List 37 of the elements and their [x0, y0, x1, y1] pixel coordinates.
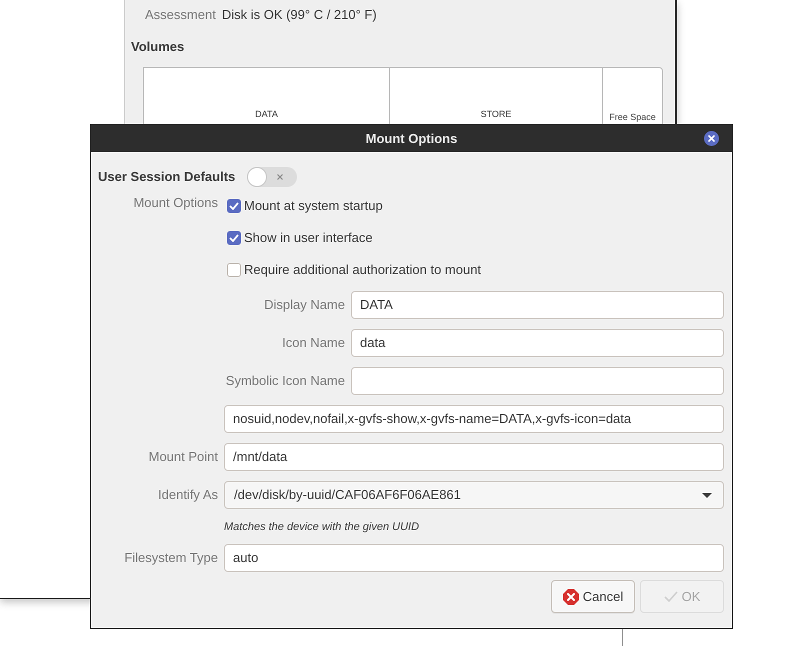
volume-segment[interactable]: DATA	[144, 68, 389, 128]
close-icon	[704, 131, 719, 146]
text-field[interactable]: nosuid,nodev,nofail,x-gvfs-show,x-gvfs-name=DATA,x-gvfs-icon=data	[224, 405, 724, 433]
checkbox[interactable]	[227, 199, 241, 213]
field-label: Identify As	[158, 486, 218, 504]
checkbox-label[interactable]: Show in user interface	[244, 228, 373, 248]
checkbox-label[interactable]: Require additional authorization to mount	[244, 260, 482, 280]
x-icon	[277, 174, 284, 180]
check-icon	[229, 234, 239, 242]
checkbox[interactable]	[227, 231, 241, 245]
field-label: Display Name	[264, 296, 345, 314]
toggle-switch[interactable]	[247, 167, 298, 187]
text-field[interactable]: /mnt/data	[224, 443, 724, 471]
hint-text: Matches the device with the given UUID	[224, 520, 420, 535]
cancel-button[interactable]: Cancel	[551, 580, 635, 613]
dialog-title: Mount Options	[366, 130, 458, 148]
field-label: Symbolic Icon Name	[226, 372, 345, 390]
assessment-label: Assessment	[145, 6, 216, 24]
text-field[interactable]: DATA	[351, 291, 724, 319]
text-field[interactable]: auto	[224, 544, 724, 572]
x-octagon-icon	[562, 588, 579, 604]
dropdown-field[interactable]: /dev/disk/by-uuid/CAF06AF6F06AE861	[224, 481, 724, 509]
text-field[interactable]	[351, 367, 724, 395]
mount-options-label: Mount Options	[133, 195, 218, 211]
field-label: Icon Name	[282, 334, 345, 352]
checkbox[interactable]	[227, 263, 241, 277]
volumes-heading: Volumes	[131, 38, 184, 56]
field-label: Mount Point	[148, 448, 218, 466]
user-session-defaults-label: User Session Defaults	[98, 168, 236, 186]
checkbox-label[interactable]: Mount at system startup	[244, 196, 383, 216]
field-label: Filesystem Type	[124, 549, 218, 568]
check-icon	[664, 591, 678, 602]
check-icon	[229, 202, 239, 210]
assessment-value: Disk is OK (99° C / 210° F)	[222, 6, 377, 24]
text-field[interactable]: data	[351, 329, 724, 357]
caret-icon	[702, 492, 712, 498]
close-button[interactable]	[704, 131, 719, 146]
